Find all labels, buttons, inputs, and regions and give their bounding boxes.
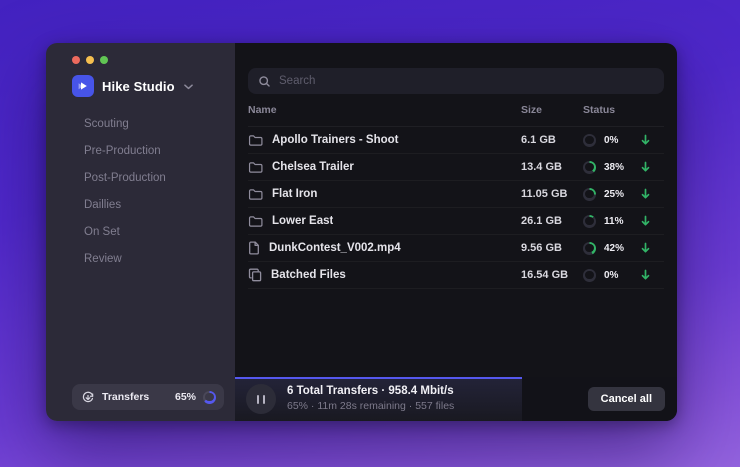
row-name: Batched Files bbox=[271, 269, 346, 281]
table-body: Apollo Trainers - Shoot 6.1 GB 0% Chelse… bbox=[248, 127, 664, 289]
progress-ring-icon bbox=[583, 215, 596, 228]
progress-percent: 25% bbox=[604, 189, 631, 200]
search-bar bbox=[248, 68, 664, 94]
folder-icon-holder bbox=[248, 215, 263, 228]
copied-files-icon bbox=[248, 268, 262, 282]
app-logo-play-icon bbox=[72, 75, 94, 97]
workspace-switcher[interactable]: Hike Studio bbox=[72, 75, 223, 97]
file-icon-holder bbox=[248, 241, 260, 255]
folder-icon-holder bbox=[248, 161, 263, 174]
folder-icon bbox=[248, 134, 263, 147]
row-size: 16.54 GB bbox=[521, 269, 583, 281]
row-name: Flat Iron bbox=[272, 188, 317, 200]
row-name: DunkContest_V002.mp4 bbox=[269, 242, 401, 254]
copied-files-icon-holder bbox=[248, 268, 262, 282]
table-row[interactable]: Apollo Trainers - Shoot 6.1 GB 0% bbox=[248, 127, 664, 154]
row-name: Lower East bbox=[272, 215, 333, 227]
folder-icon-holder bbox=[248, 134, 263, 147]
row-size: 6.1 GB bbox=[521, 134, 583, 146]
row-size: 26.1 GB bbox=[521, 215, 583, 227]
transfers-label: Transfers bbox=[102, 391, 168, 403]
progress-percent: 11% bbox=[604, 216, 631, 227]
transfers-sync-download-icon bbox=[81, 390, 95, 404]
folder-icon-holder bbox=[248, 188, 263, 201]
progress-percent: 38% bbox=[604, 162, 631, 173]
table-row[interactable]: Flat Iron 11.05 GB 25% bbox=[248, 181, 664, 208]
row-size: 13.4 GB bbox=[521, 161, 583, 173]
sidebar-item-pre-production[interactable]: Pre-Production bbox=[46, 138, 235, 165]
close-window-button[interactable] bbox=[72, 56, 80, 64]
table-header: Name Size Status bbox=[248, 94, 664, 127]
column-header-size: Size bbox=[521, 104, 583, 116]
cancel-all-button[interactable]: Cancel all bbox=[588, 387, 665, 411]
app-name: Hike Studio bbox=[102, 79, 175, 94]
download-button[interactable] bbox=[638, 186, 653, 202]
download-button[interactable] bbox=[638, 240, 653, 256]
table-row[interactable]: DunkContest_V002.mp4 9.56 GB 42% bbox=[248, 235, 664, 262]
progress-ring-icon bbox=[583, 242, 596, 255]
sidebar: Hike Studio ScoutingPre-ProductionPost-P… bbox=[46, 43, 235, 421]
sidebar-item-scouting[interactable]: Scouting bbox=[46, 111, 235, 138]
sidebar-item-daillies[interactable]: Daillies bbox=[46, 192, 235, 219]
transfer-summary-secondary: 65% · 11m 28s remaining · 557 files bbox=[287, 399, 454, 414]
sidebar-item-post-production[interactable]: Post-Production bbox=[46, 165, 235, 192]
pause-all-button[interactable] bbox=[246, 384, 276, 414]
file-icon bbox=[248, 241, 260, 255]
sidebar-nav: ScoutingPre-ProductionPost-ProductionDai… bbox=[46, 111, 235, 273]
transfer-table: Name Size Status Apollo Trainers - Shoot… bbox=[235, 94, 677, 289]
download-button[interactable] bbox=[638, 267, 653, 283]
row-size: 9.56 GB bbox=[521, 242, 583, 254]
folder-icon bbox=[248, 161, 263, 174]
transfer-summary-primary: 6 Total Transfers · 958.4 Mbit/s bbox=[287, 384, 454, 399]
progress-ring-icon bbox=[583, 161, 596, 174]
download-button[interactable] bbox=[638, 159, 653, 175]
table-row[interactable]: Chelsea Trailer 13.4 GB 38% bbox=[248, 154, 664, 181]
table-row[interactable]: Batched Files 16.54 GB 0% bbox=[248, 262, 664, 289]
progress-percent: 0% bbox=[604, 270, 631, 281]
progress-ring-icon bbox=[583, 269, 596, 282]
download-button[interactable] bbox=[638, 132, 653, 148]
main-panel: Name Size Status Apollo Trainers - Shoot… bbox=[235, 43, 677, 421]
zoom-window-button[interactable] bbox=[100, 56, 108, 64]
search-input[interactable] bbox=[279, 75, 654, 87]
row-name: Chelsea Trailer bbox=[272, 161, 354, 173]
transfer-status-bar: 6 Total Transfers · 958.4 Mbit/s 65% · 1… bbox=[235, 377, 677, 421]
transfer-summary: 6 Total Transfers · 958.4 Mbit/s 65% · 1… bbox=[287, 384, 454, 414]
app-window: Hike Studio ScoutingPre-ProductionPost-P… bbox=[46, 43, 677, 421]
folder-icon bbox=[248, 215, 263, 228]
row-size: 11.05 GB bbox=[521, 188, 583, 200]
progress-ring-icon bbox=[583, 188, 596, 201]
transfers-progress-ring bbox=[203, 391, 216, 404]
minimize-window-button[interactable] bbox=[86, 56, 94, 64]
progress-percent: 0% bbox=[604, 135, 631, 146]
row-name: Apollo Trainers - Shoot bbox=[272, 134, 399, 146]
column-header-status: Status bbox=[583, 104, 664, 116]
search-icon bbox=[258, 75, 271, 88]
chevron-down-icon bbox=[184, 84, 193, 90]
window-controls bbox=[46, 43, 235, 64]
sidebar-item-review[interactable]: Review bbox=[46, 246, 235, 273]
progress-percent: 42% bbox=[604, 243, 631, 254]
progress-ring-icon bbox=[583, 134, 596, 147]
transfers-widget[interactable]: Transfers 65% bbox=[72, 384, 224, 410]
download-button[interactable] bbox=[638, 213, 653, 229]
column-header-name: Name bbox=[248, 104, 521, 116]
transfers-percent: 65% bbox=[175, 391, 196, 403]
sidebar-item-on-set[interactable]: On Set bbox=[46, 219, 235, 246]
pause-icon bbox=[257, 395, 260, 404]
sidebar-footer: Transfers 65% bbox=[46, 384, 235, 421]
pause-icon bbox=[263, 395, 266, 404]
table-row[interactable]: Lower East 26.1 GB 11% bbox=[248, 208, 664, 235]
folder-icon bbox=[248, 188, 263, 201]
